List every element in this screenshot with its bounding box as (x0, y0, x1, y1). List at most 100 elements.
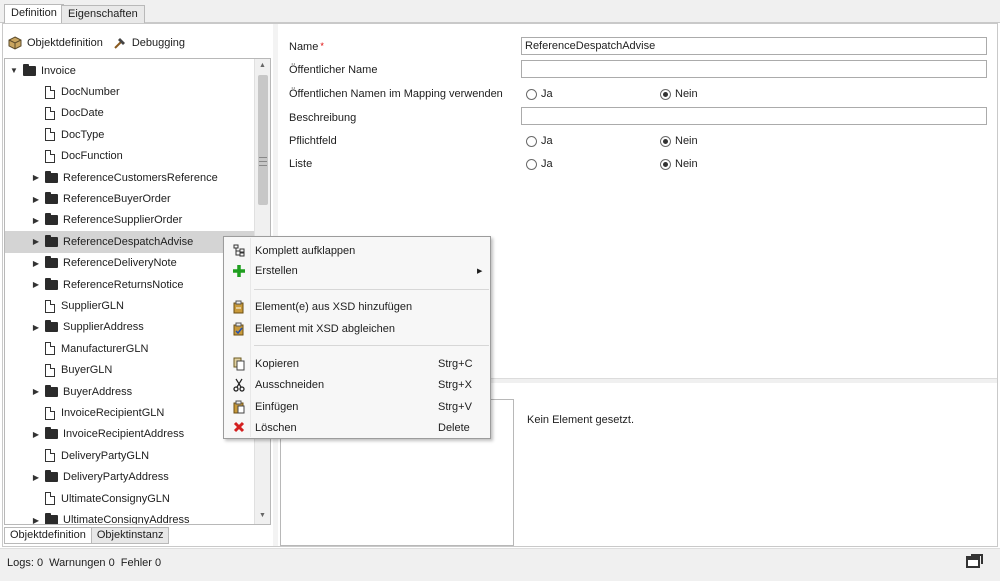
expand-arrow-icon[interactable]: ▶ (31, 237, 41, 246)
debugging-button[interactable]: Debugging (113, 36, 185, 50)
name-field[interactable]: ReferenceDespatchAdvise (521, 37, 987, 55)
expand-arrow-icon[interactable]: ▶ (31, 430, 41, 439)
radio-yes-label: Ja (541, 88, 553, 100)
expand-arrow-icon[interactable]: ▶ (31, 387, 41, 396)
list-yes-radio[interactable]: Ja (526, 158, 553, 170)
expand-arrow-icon[interactable]: ▶ (31, 216, 41, 225)
collapse-arrow-icon[interactable]: ▼ (9, 66, 19, 75)
objektdefinition-label: Objektdefinition (27, 37, 103, 49)
tree-item[interactable]: ▶ DeliveryPartyAddress (5, 467, 256, 488)
scroll-up-icon[interactable]: ▲ (259, 62, 266, 69)
tree-item-label: DeliveryPartyGLN (61, 449, 150, 462)
public-name-field[interactable] (521, 60, 987, 78)
description-label: Beschreibung (289, 112, 357, 124)
tree-item[interactable]: DocNumber (5, 81, 256, 102)
scroll-down-icon[interactable]: ▼ (259, 512, 266, 519)
use-public-name-yes-radio[interactable]: Ja (526, 88, 553, 100)
tree-item-label: DocFunction (61, 150, 123, 163)
menu-item[interactable]: Komplett aufklappen (224, 240, 490, 261)
tree-item-label: SupplierGLN (61, 300, 124, 313)
menu-item[interactable]: Ausschneiden Strg+X (224, 374, 490, 395)
document-icon (45, 299, 55, 313)
tree-item[interactable]: BuyerGLN (5, 360, 256, 381)
name-label: Name * (289, 41, 324, 53)
folder-icon (45, 470, 58, 483)
use-public-name-no-radio[interactable]: Nein (660, 88, 698, 100)
document-icon (45, 106, 55, 120)
tree-item[interactable]: ▶ ReferenceCustomersReference (5, 167, 256, 188)
menu-item-label: Erstellen (255, 264, 298, 277)
folder-icon (23, 63, 36, 76)
xsd-add-icon (232, 300, 246, 314)
submenu-arrow-icon: ▶ (477, 267, 483, 275)
menu-item[interactable]: Löschen Delete (224, 417, 490, 438)
expand-arrow-icon[interactable]: ▶ (31, 516, 41, 524)
xsd-sync-icon (232, 322, 246, 336)
restore-window-icon[interactable] (966, 554, 983, 568)
tree-item[interactable]: DocDate (5, 103, 256, 124)
tree-item[interactable]: ▶ ReferenceDespatchAdvise (5, 231, 256, 253)
tree-item-label: DocType (61, 128, 105, 141)
tree-item[interactable]: ManufacturerGLN (5, 338, 256, 359)
tree-item-label: BuyerGLN (61, 364, 113, 377)
tree-item[interactable]: ▼ Invoice (5, 60, 256, 81)
objektdefinition-button[interactable]: Objektdefinition (8, 36, 103, 50)
expand-arrow-icon[interactable]: ▶ (31, 173, 41, 182)
tree-item-label: ReferenceCustomersReference (63, 171, 218, 184)
expand-arrow-icon[interactable]: ▶ (31, 280, 41, 289)
menu-item[interactable]: Element(e) aus XSD hinzufügen (224, 296, 490, 317)
tree-item-label: UltimateConsignyAddress (63, 514, 190, 525)
menu-item[interactable]: Erstellen ▶ (224, 260, 490, 281)
tree-item[interactable]: ▶ ReferenceSupplierOrder (5, 210, 256, 231)
tree-item[interactable]: DeliveryPartyGLN (5, 445, 256, 466)
tab-definition[interactable]: Definition (4, 4, 64, 23)
plus-icon (232, 264, 246, 278)
cut-icon (232, 378, 246, 392)
expand-arrow-icon[interactable]: ▶ (31, 323, 41, 332)
scrollbar-thumb[interactable] (258, 75, 268, 205)
tree-item[interactable]: UltimateConsignyGLN (5, 488, 256, 509)
tree-item[interactable]: InvoiceRecipientGLN (5, 402, 256, 423)
folder-icon (45, 384, 58, 397)
required-marker: * (320, 41, 324, 51)
tree-item[interactable]: ▶ ReferenceReturnsNotice (5, 274, 256, 295)
radio-circle-icon (526, 135, 537, 147)
list-no-radio[interactable]: Nein (660, 158, 698, 170)
toolbar: Objektdefinition Debugging (8, 34, 191, 52)
tab-objektdefinition[interactable]: Objektdefinition (4, 527, 92, 544)
tab-objektinstanz[interactable]: Objektinstanz (90, 527, 170, 544)
folder-icon (45, 277, 58, 290)
logs-count: Logs: 0 (7, 557, 44, 569)
expand-arrow-icon[interactable]: ▶ (31, 195, 41, 204)
tree-item-label: ManufacturerGLN (61, 342, 149, 355)
menu-item[interactable]: Element mit XSD abgleichen (224, 318, 490, 339)
tree-item[interactable]: ▶ ReferenceBuyerOrder (5, 188, 256, 209)
tree-item-label: ReferenceReturnsNotice (63, 278, 184, 291)
description-field[interactable] (521, 107, 987, 125)
tree-item-label: ReferenceBuyerOrder (63, 193, 171, 206)
required-yes-radio[interactable]: Ja (526, 135, 553, 147)
tab-eigenschaften[interactable]: Eigenschaften (61, 5, 145, 23)
tree-item-label: InvoiceRecipientAddress (63, 428, 185, 441)
tree-item[interactable]: DocFunction (5, 146, 256, 167)
menu-item[interactable]: Einfügen Strg+V (224, 396, 490, 417)
tree-item[interactable]: ▶ ReferenceDeliveryNote (5, 253, 256, 274)
tree-item-label: ReferenceSupplierOrder (63, 214, 183, 227)
tree-item[interactable]: ▶ BuyerAddress (5, 381, 256, 402)
expand-arrow-icon[interactable]: ▶ (31, 259, 41, 268)
tree-item[interactable]: ▶ UltimateConsignyAddress (5, 509, 256, 525)
expand-arrow-icon[interactable]: ▶ (31, 473, 41, 482)
tree-item[interactable]: ▶ InvoiceRecipientAddress (5, 424, 256, 445)
menu-item-label: Ausschneiden (255, 378, 325, 391)
tree-item[interactable]: ▶ SupplierAddress (5, 317, 256, 338)
tree-item[interactable]: DocType (5, 124, 256, 145)
tree-item[interactable]: SupplierGLN (5, 295, 256, 316)
radio-yes-label: Ja (541, 135, 553, 147)
empty-element-message: Kein Element gesetzt. (527, 414, 635, 426)
document-icon (45, 149, 55, 163)
required-no-radio[interactable]: Nein (660, 135, 698, 147)
menu-item[interactable]: Kopieren Strg+C (224, 353, 490, 374)
list-label: Liste (289, 158, 313, 170)
menu-shortcut: Delete (438, 421, 470, 434)
warnings-count: Warnungen 0 (49, 557, 115, 569)
